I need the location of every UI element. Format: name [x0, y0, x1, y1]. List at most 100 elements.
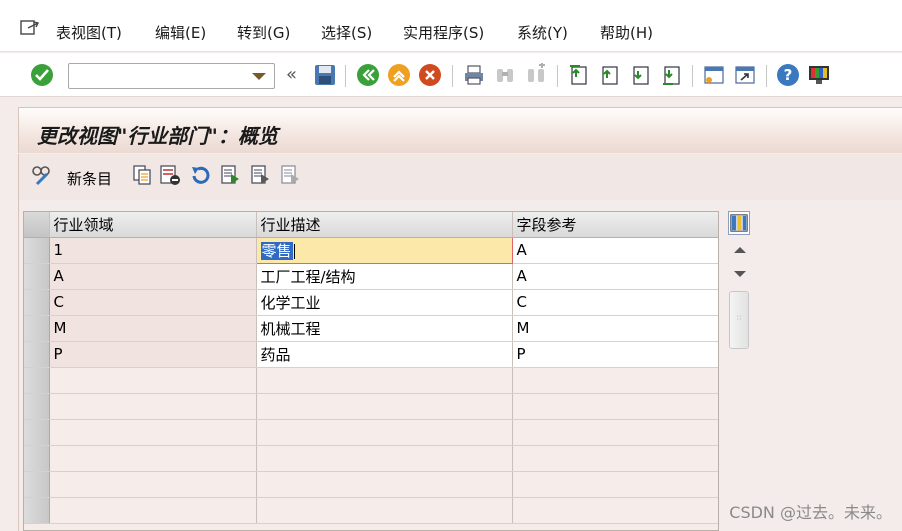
row-selector[interactable] [24, 419, 50, 446]
row-selector[interactable] [24, 471, 50, 498]
table-control: 行业领域 行业描述 字段参考 1 零售 A A 工厂工程/结构 A C 化学工业… [23, 211, 719, 531]
shortcut-icon[interactable] [733, 63, 757, 87]
deselect-all-icon[interactable] [279, 164, 301, 186]
previous-page-icon[interactable] [597, 63, 621, 87]
scroll-thumb[interactable]: ∷ [729, 291, 749, 349]
exit-icon[interactable] [387, 63, 411, 87]
find-next-icon[interactable] [524, 63, 548, 87]
table-row: M 机械工程 M [24, 315, 718, 342]
empty-cell [512, 497, 718, 524]
empty-cell [49, 393, 257, 420]
menu-system[interactable]: 系统(Y) [517, 22, 568, 43]
industry-description-value: 零售 [260, 241, 293, 260]
row-selector[interactable] [24, 367, 50, 394]
row-selector[interactable] [24, 445, 50, 472]
display-change-icon[interactable] [31, 164, 53, 186]
menu-edit[interactable]: 编辑(E) [155, 22, 206, 43]
text-caret [293, 243, 295, 259]
column-header-field-reference[interactable]: 字段参考 [512, 212, 718, 238]
empty-cell [256, 419, 513, 446]
command-dropdown-icon[interactable] [252, 73, 266, 80]
industry-sector-cell: P [49, 341, 257, 368]
help-icon[interactable]: ? [776, 63, 800, 87]
menu-goto[interactable]: 转到(G) [237, 22, 290, 43]
enter-icon[interactable] [30, 63, 54, 87]
new-entries-button[interactable]: 新条目 [67, 168, 112, 189]
empty-cell [49, 445, 257, 472]
table-area: 行业领域 行业描述 字段参考 1 零售 A A 工厂工程/结构 A C 化学工业… [18, 200, 902, 531]
empty-cell [49, 419, 257, 446]
industry-description-input[interactable]: 化学工业 [256, 289, 513, 316]
menu-utilities[interactable]: 实用程序(S) [403, 22, 484, 43]
menu-table-view[interactable]: 表视图(T) [56, 22, 122, 43]
column-header-industry-description[interactable]: 行业描述 [256, 212, 513, 238]
row-selector[interactable] [24, 289, 50, 316]
select-all-icon[interactable] [219, 164, 241, 186]
empty-table-row [24, 497, 718, 524]
last-page-icon[interactable] [659, 63, 683, 87]
table-header-row: 行业领域 行业描述 字段参考 [24, 212, 718, 238]
menu-selection[interactable]: 选择(S) [321, 22, 372, 43]
page-title: 更改视图"行业部门"：概览 [37, 124, 278, 148]
table-scrollbar: ∷ [725, 211, 753, 531]
toolbar-separator [692, 65, 693, 87]
industry-description-input[interactable]: 机械工程 [256, 315, 513, 342]
scroll-up-icon[interactable] [734, 247, 746, 253]
delete-row-icon[interactable] [159, 164, 181, 186]
cancel-icon[interactable] [418, 63, 442, 87]
column-settings-icon[interactable] [728, 211, 750, 235]
toolbar-separator [452, 65, 453, 87]
empty-table-row [24, 445, 718, 472]
copy-as-icon[interactable] [131, 164, 153, 186]
toolbar-separator [345, 65, 346, 87]
new-session-icon[interactable] [702, 63, 726, 87]
empty-cell [256, 471, 513, 498]
row-selector[interactable] [24, 315, 50, 342]
scroll-down-icon[interactable] [734, 271, 746, 277]
industry-description-input[interactable]: 零售 [255, 236, 513, 264]
first-page-icon[interactable] [566, 63, 590, 87]
undo-icon[interactable] [189, 164, 211, 186]
back-icon[interactable] [356, 63, 380, 87]
menu-help[interactable]: 帮助(H) [600, 22, 653, 43]
empty-cell [256, 367, 513, 394]
industry-sector-cell: 1 [49, 237, 257, 264]
empty-cell [256, 445, 513, 472]
industry-description-input[interactable]: 药品 [256, 341, 513, 368]
industry-description-input[interactable]: 工厂工程/结构 [256, 263, 513, 290]
empty-table-row [24, 419, 718, 446]
field-reference-input[interactable]: A [512, 237, 718, 264]
row-selector[interactable] [24, 263, 50, 290]
empty-cell [256, 393, 513, 420]
empty-cell [256, 497, 513, 524]
next-page-icon[interactable] [628, 63, 652, 87]
column-header-industry-sector[interactable]: 行业领域 [49, 212, 257, 238]
print-icon[interactable] [462, 63, 486, 87]
field-reference-input[interactable]: M [512, 315, 718, 342]
toolbar-separator [766, 65, 767, 87]
menu-exit-icon[interactable] [20, 20, 40, 36]
history-icon[interactable]: « [286, 64, 297, 85]
field-reference-input[interactable]: C [512, 289, 718, 316]
empty-cell [49, 497, 257, 524]
grip-icon: ∷ [737, 314, 742, 322]
row-selector[interactable] [24, 497, 50, 524]
select-block-icon[interactable] [249, 164, 271, 186]
row-selector[interactable] [24, 237, 50, 264]
layout-menu-icon[interactable] [807, 63, 831, 87]
command-field[interactable] [68, 63, 275, 89]
empty-cell [512, 445, 718, 472]
empty-cell [49, 367, 257, 394]
empty-table-row [24, 471, 718, 498]
field-reference-input[interactable]: P [512, 341, 718, 368]
find-icon[interactable] [493, 63, 517, 87]
row-selector[interactable] [24, 341, 50, 368]
row-selector[interactable] [24, 393, 50, 420]
field-reference-input[interactable]: A [512, 263, 718, 290]
table-row: C 化学工业 C [24, 289, 718, 316]
empty-cell [512, 419, 718, 446]
standard-toolbar: « ? [0, 53, 902, 97]
save-icon[interactable] [313, 63, 337, 87]
select-all-cell[interactable] [24, 212, 50, 238]
svg-text:?: ? [784, 66, 793, 84]
